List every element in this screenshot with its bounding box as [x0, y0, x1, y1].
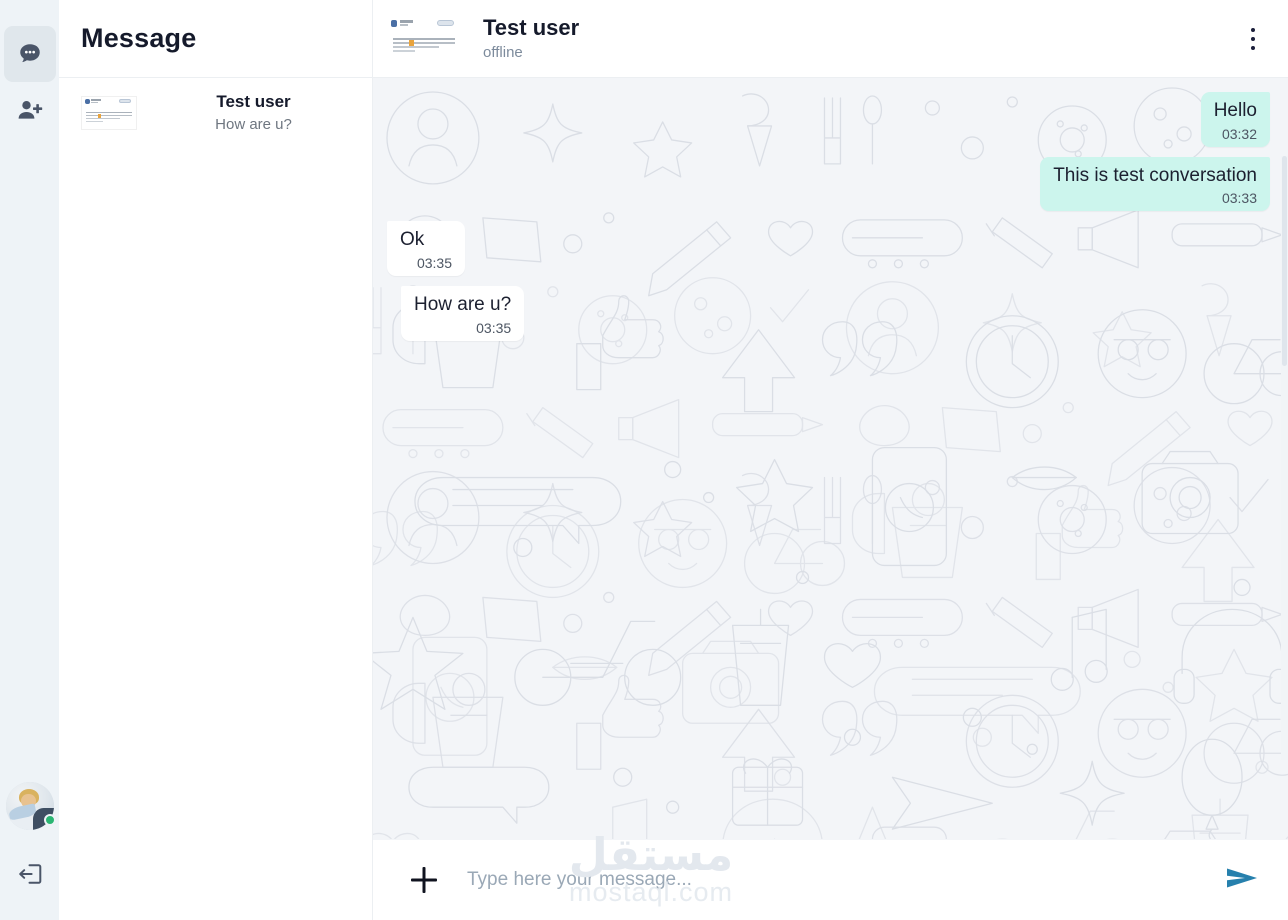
chat-scrollbar-thumb[interactable]: [1282, 156, 1287, 366]
chat-header: Test user offline: [373, 0, 1288, 78]
chat-message-area: Hello 03:32 This is test conversation 03…: [373, 78, 1288, 840]
message-time: 03:35: [476, 319, 512, 336]
message-time: 03:32: [1221, 125, 1257, 142]
send-button[interactable]: [1218, 858, 1266, 902]
message-text: This is test conversation: [1053, 164, 1257, 186]
message-row: How are u? 03:35: [387, 286, 1270, 341]
send-paper-plane-icon: [1225, 865, 1259, 896]
conversation-list-header: Message: [59, 0, 372, 78]
rail-top-group: [0, 0, 59, 138]
message-bubble-outgoing[interactable]: This is test conversation 03:33: [1040, 156, 1270, 212]
message-input[interactable]: [459, 863, 1200, 897]
chat-scrollbar[interactable]: [1281, 156, 1288, 760]
kebab-menu-icon[interactable]: [1236, 20, 1270, 58]
chat-peer-avatar: [387, 16, 461, 61]
message-text: Ok: [400, 229, 425, 251]
message-time: 03:35: [416, 255, 452, 272]
user-plus-icon: [16, 97, 44, 123]
conversation-texts: Test user How are u?: [151, 92, 356, 133]
chat-peer-name: Test user: [483, 15, 580, 41]
message-list: Hello 03:32 This is test conversation 03…: [373, 78, 1288, 840]
logout-button[interactable]: [10, 858, 50, 894]
chat-panel: Test user offline Hello 03:32 This is te…: [373, 0, 1288, 920]
plus-icon[interactable]: [407, 863, 441, 897]
message-row: Hello 03:32: [387, 92, 1270, 147]
message-time: 03:33: [1221, 190, 1257, 207]
chat-bubble-dots-icon: [17, 41, 43, 67]
avatar[interactable]: [5, 782, 56, 830]
conversation-name: Test user: [216, 92, 291, 111]
message-row: This is test conversation 03:33: [387, 156, 1270, 212]
message-bubble-outgoing[interactable]: Hello 03:32: [1200, 92, 1270, 147]
status-badge-online: [43, 814, 56, 826]
message-text: How are u?: [414, 294, 512, 316]
conversation-list: Test user How are u?: [59, 78, 372, 920]
left-nav-rail: [0, 0, 59, 920]
page-title: Message: [81, 23, 197, 53]
chat-peer-status: offline: [483, 43, 523, 61]
list-item[interactable]: Test user How are u?: [59, 78, 372, 147]
chat-peer-meta: Test user offline: [483, 15, 580, 61]
sidebar-item-messages[interactable]: [3, 26, 56, 82]
message-bubble-incoming[interactable]: Ok 03:35: [387, 221, 465, 277]
message-text: Hello: [1213, 100, 1257, 121]
conversation-avatar: [81, 95, 137, 130]
sidebar-item-add-contact[interactable]: [4, 82, 56, 138]
logout-icon: [17, 862, 43, 891]
conversation-last-message: How are u?: [215, 116, 292, 133]
chat-app-window: Message Test user How are u? Test user o…: [0, 0, 1288, 920]
message-row: Ok 03:35: [387, 221, 1270, 277]
conversation-list-panel: Message Test user How are u?: [59, 0, 373, 920]
message-composer: [373, 840, 1288, 920]
message-bubble-incoming[interactable]: How are u? 03:35: [401, 286, 525, 341]
